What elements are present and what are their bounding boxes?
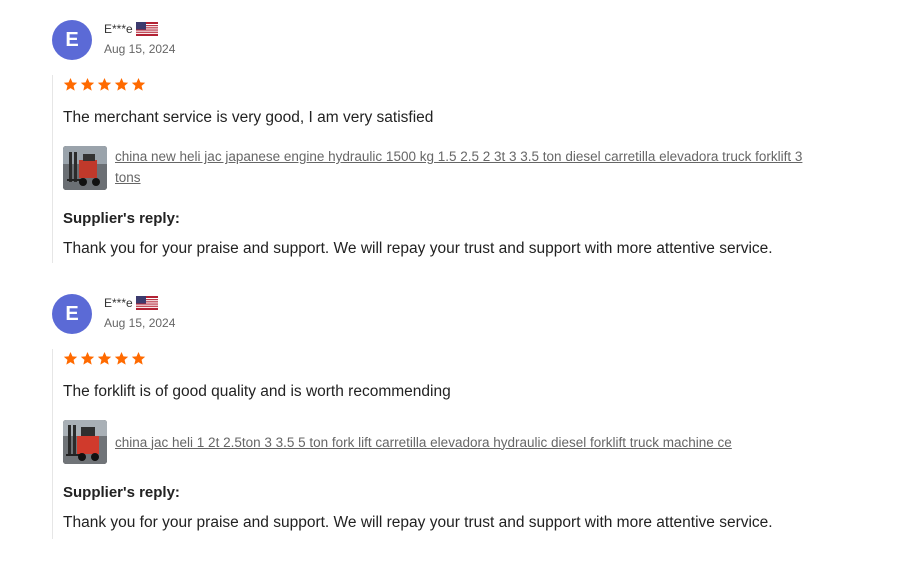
supplier-reply-label: Supplier's reply: [63, 484, 180, 501]
reviewer: E***e [104, 22, 158, 36]
product-card[interactable]: china new heli jac japanese engine hydra… [63, 146, 882, 190]
us-flag-icon [135, 296, 158, 310]
star-icon [114, 351, 129, 365]
forklift-image [63, 146, 107, 190]
review-item: E E***e Aug 15, 2024 The merchant servic… [0, 20, 924, 270]
supplier-reply-label: Supplier's reply: [63, 210, 180, 227]
star-icon [131, 351, 146, 365]
product-thumbnail[interactable] [63, 420, 107, 464]
star-icon [97, 351, 112, 365]
star-icon [131, 77, 146, 91]
reviewer: E***e [104, 296, 158, 310]
star-icon [97, 77, 112, 91]
review-comment: The forklift is of good quality and is w… [63, 383, 451, 400]
avatar: E [52, 294, 92, 334]
product-link[interactable]: china jac heli 1 2t 2.5ton 3 3.5 5 ton f… [115, 432, 825, 453]
supplier-reply-text: Thank you for your praise and support. W… [63, 240, 773, 257]
rating-stars [63, 75, 882, 93]
review-comment: The merchant service is very good, I am … [63, 109, 434, 126]
star-icon [63, 351, 78, 365]
reviewer-name: E***e [104, 296, 133, 310]
star-icon [63, 77, 78, 91]
forklift-image [63, 420, 107, 464]
avatar: E [52, 20, 92, 60]
star-icon [80, 351, 95, 365]
supplier-reply-text: Thank you for your praise and support. W… [63, 514, 773, 531]
product-thumbnail[interactable] [63, 146, 107, 190]
review-date: Aug 15, 2024 [104, 42, 176, 56]
product-link[interactable]: china new heli jac japanese engine hydra… [115, 146, 825, 188]
product-card[interactable]: china jac heli 1 2t 2.5ton 3 3.5 5 ton f… [63, 420, 882, 464]
us-flag-icon [135, 22, 158, 36]
star-icon [80, 77, 95, 91]
rating-stars [63, 349, 882, 367]
reviewer-name: E***e [104, 22, 133, 36]
review-date: Aug 15, 2024 [104, 316, 176, 330]
star-icon [114, 77, 129, 91]
review-item: E E***e Aug 15, 2024 The forklift is of … [0, 294, 924, 544]
review-body: The merchant service is very good, I am … [52, 75, 882, 263]
review-body: The forklift is of good quality and is w… [52, 349, 882, 539]
